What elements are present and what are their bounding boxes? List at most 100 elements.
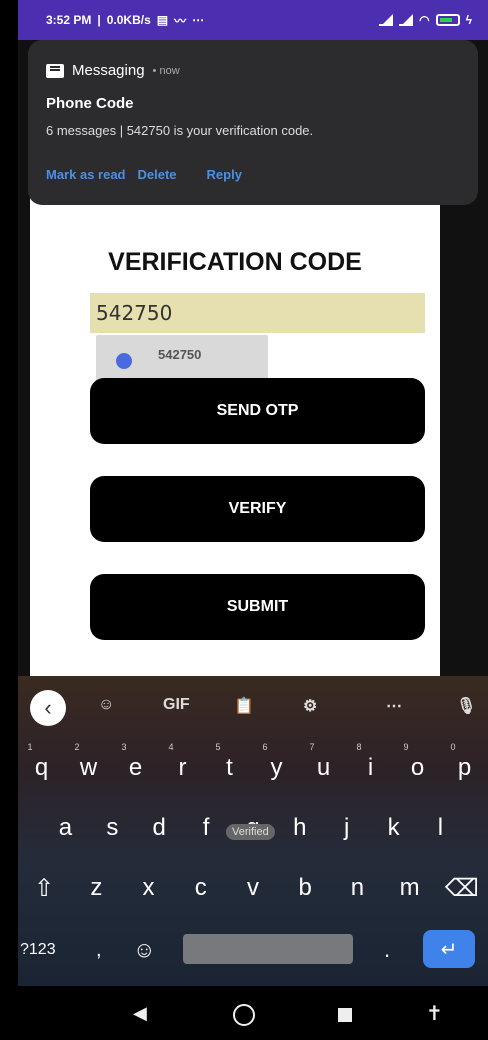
wave-status-icon: 〰 xyxy=(174,13,187,28)
key-v[interactable]: v xyxy=(235,874,271,902)
key-m[interactable]: m xyxy=(392,874,428,902)
key-label: u xyxy=(316,754,331,781)
key-q[interactable]: 1q xyxy=(24,742,60,782)
status-right: ◠ ϟ xyxy=(379,13,472,27)
signal-icon-2 xyxy=(399,14,414,26)
notification-actions: Mark as read Delete Reply xyxy=(46,167,242,182)
more-icon[interactable]: ⋯ xyxy=(386,696,402,716)
nav-back-icon[interactable]: ◀ xyxy=(133,1003,147,1024)
status-time: 3:52 PM xyxy=(46,13,92,27)
verify-button[interactable]: VERIFY xyxy=(90,476,425,542)
key-b[interactable]: b xyxy=(287,874,323,902)
key-hint: 5 xyxy=(215,742,221,752)
keyboard-toolbar: ‹ ☺ GIF 📋 ⚙ ⋯ 🎙 xyxy=(18,690,488,726)
key-hint: 0 xyxy=(450,742,456,752)
key-y[interactable]: 6y xyxy=(259,742,295,782)
key-x[interactable]: x xyxy=(131,874,167,902)
key-j[interactable]: j xyxy=(329,814,365,842)
space-bar[interactable] xyxy=(183,934,353,964)
key-hint: 1 xyxy=(27,742,33,752)
key-u[interactable]: 7u xyxy=(306,742,342,782)
key-label: w xyxy=(79,754,98,781)
key-p[interactable]: 0p xyxy=(447,742,483,782)
key-w[interactable]: 2w xyxy=(71,742,107,782)
verification-page: VERIFICATION CODE 542750 SEND OTP VERIFY… xyxy=(30,170,440,690)
nav-home-icon[interactable] xyxy=(233,1004,255,1026)
key-i[interactable]: 8i xyxy=(353,742,389,782)
backspace-icon[interactable]: ⌫ xyxy=(444,874,480,903)
status-speed: 0.0KB/s xyxy=(106,13,151,27)
navigation-bar: ◀ ✝ xyxy=(18,986,488,1040)
page-title: VERIFICATION CODE xyxy=(108,248,362,276)
key-label: i xyxy=(367,754,374,781)
battery-icon xyxy=(435,14,460,26)
notification-app: Messaging xyxy=(72,62,145,79)
status-bar: 3:52 PM | 0.0KB/s ▤ 〰 ⋯ ◠ ϟ xyxy=(18,0,488,40)
keyboard: ‹ ☺ GIF 📋 ⚙ ⋯ 🎙 1q 2w 3e 4r 5t 6y 7u 8i … xyxy=(18,676,488,986)
sms-notification[interactable]: Messaging • now Phone Code 6 messages | … xyxy=(28,40,478,205)
key-label: y xyxy=(270,754,283,781)
key-label: p xyxy=(457,754,472,781)
period-key[interactable]: . xyxy=(384,937,390,963)
key-label: r xyxy=(178,754,187,781)
key-l[interactable]: l xyxy=(422,814,458,842)
reply-action[interactable]: Reply xyxy=(207,167,242,182)
shift-icon[interactable]: ⇧ xyxy=(26,874,62,903)
status-left: 3:52 PM | 0.0KB/s ▤ 〰 ⋯ xyxy=(46,12,204,29)
key-d[interactable]: d xyxy=(141,814,177,842)
key-z[interactable]: z xyxy=(78,874,114,902)
key-a[interactable]: a xyxy=(47,814,83,842)
key-hint: 7 xyxy=(309,742,315,752)
message-status-icon: ▤ xyxy=(156,13,169,27)
enter-icon[interactable]: ↵ xyxy=(423,930,475,968)
key-n[interactable]: n xyxy=(339,874,375,902)
key-s[interactable]: s xyxy=(94,814,130,842)
suggestion-code: 542750 xyxy=(158,347,202,362)
status-more: ⋯ xyxy=(192,13,205,27)
key-r[interactable]: 4r xyxy=(165,742,201,782)
keyboard-row-1: 1q 2w 3e 4r 5t 6y 7u 8i 9o 0p xyxy=(18,742,488,786)
accessibility-icon[interactable]: ✝ xyxy=(426,1001,443,1026)
status-separator: | xyxy=(97,13,101,27)
key-label: o xyxy=(410,754,425,781)
chevron-left-icon[interactable]: ‹ xyxy=(30,690,66,726)
key-hint: 2 xyxy=(74,742,80,752)
key-label: q xyxy=(34,754,49,781)
notification-time: • now xyxy=(152,64,180,77)
key-t[interactable]: 5t xyxy=(212,742,248,782)
submit-button[interactable]: SUBMIT xyxy=(90,574,425,640)
symbols-key[interactable]: ?123 xyxy=(20,941,56,959)
keyboard-row-3: ⇧ z x c v b n m ⌫ xyxy=(18,870,488,906)
key-hint: 8 xyxy=(356,742,362,752)
microphone-icon[interactable]: 🎙 xyxy=(456,696,476,716)
clipboard-icon[interactable]: 📋 xyxy=(234,696,254,716)
messaging-icon xyxy=(46,63,64,78)
otp-input[interactable] xyxy=(90,293,425,333)
notification-title: Phone Code xyxy=(46,95,134,112)
delete-action[interactable]: Delete xyxy=(138,167,177,182)
nav-recents-icon[interactable] xyxy=(338,1008,352,1022)
gear-icon[interactable]: ⚙ xyxy=(303,696,317,716)
mark-as-read-action[interactable]: Mark as read xyxy=(46,167,126,182)
verified-toast: Verified xyxy=(226,824,275,840)
key-c[interactable]: c xyxy=(183,874,219,902)
key-o[interactable]: 9o xyxy=(400,742,436,782)
emoji-icon[interactable]: ☺ xyxy=(133,937,155,963)
key-k[interactable]: k xyxy=(376,814,412,842)
key-f[interactable]: f xyxy=(188,814,224,842)
charging-icon: ϟ xyxy=(465,13,472,27)
key-h[interactable]: h xyxy=(282,814,318,842)
gif-button[interactable]: GIF xyxy=(163,696,190,714)
key-label: e xyxy=(128,754,143,781)
comma-key[interactable]: , xyxy=(96,939,102,962)
send-otp-button[interactable]: SEND OTP xyxy=(90,378,425,444)
notification-header: Messaging • now xyxy=(46,62,180,79)
key-hint: 6 xyxy=(262,742,268,752)
key-e[interactable]: 3e xyxy=(118,742,154,782)
signal-icon xyxy=(379,14,394,26)
message-icon xyxy=(116,353,132,369)
emoji-sticker-icon[interactable]: ☺ xyxy=(98,696,114,714)
key-hint: 4 xyxy=(168,742,174,752)
wifi-icon: ◠ xyxy=(419,13,430,27)
key-hint: 3 xyxy=(121,742,127,752)
